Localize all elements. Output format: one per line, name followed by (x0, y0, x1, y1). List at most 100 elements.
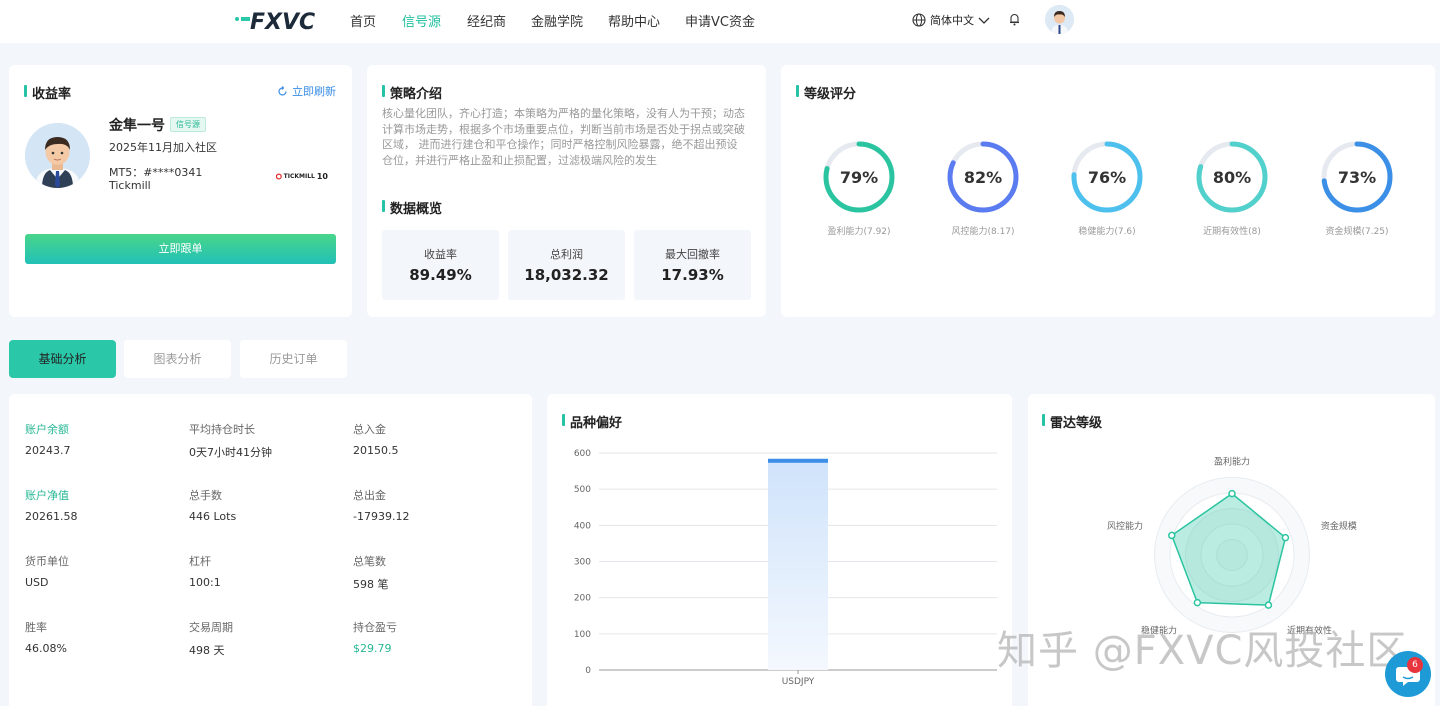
x-tick-label: USDJPY (782, 677, 815, 687)
chat-icon (1396, 667, 1420, 686)
field-label: 账户余额 (25, 423, 69, 436)
globe-icon (912, 13, 926, 27)
tab-basic-analysis[interactable]: 基础分析 (9, 340, 116, 378)
stat-value: 89.49% (409, 266, 472, 284)
tickmill-mark-icon (276, 172, 282, 180)
nav-academy[interactable]: 金融学院 (531, 11, 583, 30)
chat-button[interactable] (1385, 651, 1431, 697)
y-tick-label: 300 (574, 558, 591, 568)
profile-card (9, 65, 352, 317)
logo-text: FXVC (250, 10, 315, 34)
y-tick-label: 500 (574, 485, 591, 495)
bar (768, 458, 828, 670)
y-tick-label: 400 (574, 521, 591, 531)
ring-value: 76% (1088, 168, 1126, 187)
mt5-account: MT5：#****0341 (109, 166, 203, 179)
radar-title: 雷达等级 (1042, 412, 1102, 431)
stat-return-rate: 收益率 89.49% (382, 230, 499, 300)
language-label: 简体中文 (930, 14, 974, 27)
radar-point (1168, 531, 1176, 540)
stat-label: 收益率 (424, 248, 457, 261)
y-tick-label: 600 (574, 449, 591, 459)
language-selector[interactable]: 简体中文 (912, 12, 990, 28)
radar-axis-label: 资金规模 (1321, 520, 1357, 532)
ring-value: 73% (1338, 168, 1376, 187)
field-label: 账户净值 (25, 489, 69, 502)
user-avatar[interactable] (1045, 5, 1074, 34)
watermark: 知乎 @FXVC风投社区 (997, 628, 1408, 674)
bar-cap (768, 458, 828, 463)
refresh-label: 立即刷新 (292, 85, 336, 98)
signal-badge: 信号源 (170, 117, 206, 132)
field-value: $29.79 (353, 642, 392, 655)
site-logo[interactable]: FXVC (234, 6, 326, 35)
nav-help[interactable]: 帮助中心 (608, 11, 660, 30)
radar-point (1264, 601, 1273, 609)
radar-axis-label: 盈利能力 (1214, 456, 1250, 468)
score-ring: 80% (1195, 140, 1269, 214)
ring-label: 资金规模(7.25) (1325, 227, 1389, 237)
stat-value: 17.93% (661, 266, 724, 284)
chevron-down-icon (978, 17, 990, 24)
chat-unread-badge: 6 (1407, 657, 1423, 673)
tickmill-logo-text: TICKMILL (283, 172, 315, 180)
join-date: 2025年11月加入社区 (109, 141, 217, 154)
ring-value: 82% (964, 168, 1002, 187)
field-label: 总出金 (353, 489, 386, 502)
field-value: 0天7小时41分钟 (189, 446, 272, 459)
broker-name: Tickmill (109, 179, 151, 192)
field-label: 交易周期 (189, 621, 233, 634)
follow-button[interactable]: 立即跟单 (25, 234, 336, 264)
ring-value: 80% (1213, 168, 1251, 187)
field-label: 总入金 (353, 423, 386, 436)
ring-value: 79% (840, 168, 878, 187)
variety-title: 品种偏好 (562, 412, 622, 431)
y-tick-label: 200 (574, 594, 591, 604)
field-label: 胜率 (25, 621, 47, 634)
score-ring: 76% (1070, 140, 1144, 214)
field-label: 杠杆 (189, 555, 211, 568)
field-value: -17939.12 (353, 510, 410, 523)
tab-chart-analysis[interactable]: 图表分析 (124, 340, 231, 378)
ring-label: 近期有效性(8) (1203, 227, 1261, 237)
overview-title: 数据概览 (382, 198, 442, 217)
tickmill-logo-number: 10 (316, 171, 328, 181)
strategy-intro: 核心量化团队，齐心打造；本策略为严格的量化策略，没有人为干预；动态计算市场走势，… (382, 107, 745, 167)
field-value: 446 Lots (189, 510, 237, 523)
nav-apply-vc[interactable]: 申请VC资金 (685, 11, 755, 30)
rating-title: 等级评分 (796, 83, 856, 102)
ring-label: 稳健能力(7.6) (1078, 227, 1136, 237)
tab-history-orders[interactable]: 历史订单 (240, 340, 347, 378)
field-label: 平均持仓时长 (189, 423, 255, 436)
field-label: 货币单位 (25, 555, 69, 568)
score-ring: 82% (946, 140, 1020, 214)
radar-axis-label: 风控能力 (1107, 520, 1143, 532)
field-label: 持仓盈亏 (353, 621, 397, 634)
returns-title: 收益率 (24, 83, 71, 102)
field-value: USD (25, 576, 49, 589)
nav-signals[interactable]: 信号源 (402, 11, 441, 30)
stat-label: 最大回撤率 (665, 248, 720, 261)
nav-home[interactable]: 首页 (350, 11, 376, 30)
radar-point (1228, 489, 1236, 498)
basic-analysis-card (9, 394, 532, 706)
field-value: 46.08% (25, 642, 67, 655)
nav-brokers[interactable]: 经纪商 (467, 11, 506, 30)
field-value: 20150.5 (353, 444, 399, 457)
variety-bar-chart: 0 100 200 300 400 500 600 USDJPY (574, 449, 997, 687)
field-value: 598 笔 (353, 578, 389, 591)
score-ring: 73% (1320, 140, 1394, 214)
field-value: 100:1 (189, 576, 221, 589)
ring-label: 盈利能力(7.92) (827, 227, 891, 237)
field-label: 总笔数 (353, 555, 386, 568)
refresh-button[interactable]: 立即刷新 (277, 83, 336, 99)
field-value: 498 天 (189, 644, 225, 657)
field-value: 20261.58 (25, 510, 78, 523)
bell-icon[interactable] (1008, 12, 1021, 29)
score-ring: 79% (822, 140, 896, 214)
y-tick-label: 100 (574, 630, 591, 640)
field-label: 总手数 (189, 489, 222, 502)
ring-label: 风控能力(8.17) (951, 227, 1015, 237)
stat-max-drawdown: 最大回撤率 17.93% (634, 230, 751, 300)
y-tick-label: 0 (585, 666, 591, 676)
